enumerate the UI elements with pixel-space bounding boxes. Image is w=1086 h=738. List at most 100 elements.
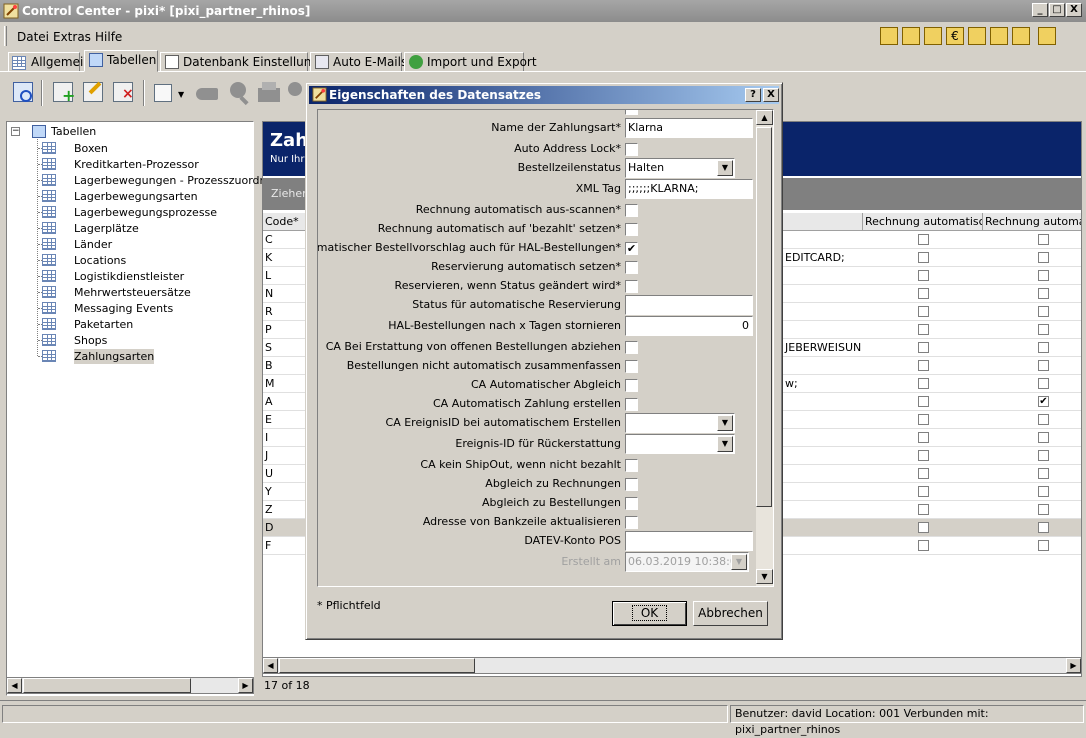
document-icon[interactable] bbox=[924, 27, 942, 45]
row-checkbox[interactable] bbox=[918, 270, 929, 281]
chevron-down-icon[interactable]: ▼ bbox=[717, 415, 733, 431]
row-checkbox[interactable] bbox=[918, 504, 929, 515]
row-checkbox[interactable] bbox=[1038, 342, 1049, 353]
close-button[interactable]: X bbox=[1066, 3, 1082, 17]
row-checkbox[interactable] bbox=[1038, 288, 1049, 299]
checkbox[interactable] bbox=[625, 280, 638, 293]
tree-item[interactable]: Länder bbox=[74, 237, 112, 252]
minimize-button[interactable]: _ bbox=[1032, 3, 1048, 17]
row-checkbox[interactable] bbox=[1038, 306, 1049, 317]
tab-tabellen[interactable]: Tabellen bbox=[84, 50, 158, 72]
scroll-down-button[interactable]: ▼ bbox=[756, 569, 773, 584]
checkbox[interactable] bbox=[625, 379, 638, 392]
tree-item[interactable]: Lagerbewegungsarten bbox=[74, 189, 198, 204]
checkbox[interactable] bbox=[625, 261, 638, 274]
collapse-toggle[interactable]: − bbox=[11, 127, 20, 136]
print-icon[interactable] bbox=[256, 78, 282, 106]
checkbox[interactable] bbox=[625, 497, 638, 510]
help-button[interactable]: ? bbox=[745, 88, 761, 102]
tree-item[interactable]: Lagerbewegungsprozesse bbox=[74, 205, 217, 220]
user-icon[interactable] bbox=[968, 27, 986, 45]
view-dropdown-icon[interactable]: ▼ bbox=[152, 78, 188, 106]
checkbox[interactable] bbox=[625, 143, 638, 156]
checkbox[interactable] bbox=[625, 341, 638, 354]
chevron-down-icon[interactable]: ▼ bbox=[717, 436, 733, 452]
refresh-icon[interactable] bbox=[10, 78, 36, 106]
checkbox[interactable] bbox=[625, 110, 638, 115]
tree-item[interactable]: Kreditkarten-Prozessor bbox=[74, 157, 199, 172]
tab-allgemein[interactable]: Allgemein bbox=[8, 52, 91, 72]
column-header-rechnung-scan[interactable]: Rechnung automatisch a bbox=[863, 213, 983, 231]
cancel-button[interactable]: Abbrechen bbox=[693, 601, 768, 626]
edit-row-icon[interactable] bbox=[80, 78, 106, 106]
tree-root-label[interactable]: Tabellen bbox=[51, 125, 96, 138]
tree-item[interactable]: Lagerbewegungen - Prozesszuordnung bbox=[74, 173, 287, 188]
scroll-thumb[interactable] bbox=[756, 127, 772, 507]
row-checkbox[interactable]: ✔ bbox=[1038, 396, 1049, 407]
row-checkbox[interactable] bbox=[1038, 234, 1049, 245]
chart-icon[interactable] bbox=[902, 27, 920, 45]
text-field[interactable]: ;;;;;;KLARNA; bbox=[625, 179, 753, 199]
checkbox[interactable] bbox=[625, 398, 638, 411]
ok-button[interactable]: OK bbox=[612, 601, 687, 626]
scroll-up-button[interactable]: ▲ bbox=[756, 110, 773, 125]
row-checkbox[interactable] bbox=[1038, 378, 1049, 389]
tree-item[interactable]: Lagerplätze bbox=[74, 221, 139, 236]
text-field[interactable]: Klarna bbox=[625, 118, 753, 138]
dropdown[interactable]: Halten ▼ bbox=[625, 158, 735, 178]
zoom-icon[interactable] bbox=[286, 78, 304, 106]
delete-row-icon[interactable]: × bbox=[110, 78, 136, 106]
tree-item[interactable]: Shops bbox=[74, 333, 107, 348]
row-checkbox[interactable] bbox=[918, 378, 929, 389]
row-checkbox[interactable] bbox=[918, 522, 929, 533]
tree-item[interactable]: Messaging Events bbox=[74, 301, 173, 316]
row-checkbox[interactable] bbox=[1038, 324, 1049, 335]
euro-icon[interactable]: € bbox=[946, 27, 964, 45]
tree-item[interactable]: Logistikdienstleister bbox=[74, 269, 184, 284]
dialog-close-button[interactable]: X bbox=[763, 88, 779, 102]
checkbox[interactable] bbox=[625, 360, 638, 373]
text-field[interactable] bbox=[625, 295, 753, 315]
row-checkbox[interactable] bbox=[1038, 468, 1049, 479]
row-checkbox[interactable] bbox=[918, 342, 929, 353]
maximize-button[interactable]: □ bbox=[1049, 3, 1065, 17]
row-checkbox[interactable] bbox=[1038, 360, 1049, 371]
text-field[interactable] bbox=[625, 531, 753, 551]
row-checkbox[interactable] bbox=[1038, 432, 1049, 443]
checkbox[interactable] bbox=[625, 478, 638, 491]
menu-extras[interactable]: Extras bbox=[53, 30, 91, 44]
scroll-right-button[interactable]: ▶ bbox=[238, 678, 253, 693]
scroll-left-button[interactable]: ◀ bbox=[263, 658, 278, 673]
number-field[interactable]: 0 bbox=[625, 316, 753, 336]
tab-auto-emails[interactable]: Auto E-Mails bbox=[310, 52, 407, 72]
add-row-icon[interactable]: + bbox=[50, 78, 76, 106]
wand-icon[interactable] bbox=[1038, 27, 1056, 45]
tree-item[interactable]: Mehrwertsteuersätze bbox=[74, 285, 191, 300]
tree-item[interactable]: Locations bbox=[74, 253, 126, 268]
scroll-thumb[interactable] bbox=[23, 678, 191, 693]
tag-icon[interactable] bbox=[194, 78, 220, 106]
checkbox[interactable] bbox=[625, 223, 638, 236]
row-checkbox[interactable] bbox=[1038, 414, 1049, 425]
dropdown[interactable]: ▼ bbox=[625, 434, 735, 454]
search-icon[interactable] bbox=[226, 78, 252, 106]
scroll-thumb[interactable] bbox=[279, 658, 475, 673]
tab-datenbank-einstellungen[interactable]: Datenbank Einstellungen bbox=[160, 52, 334, 72]
row-checkbox[interactable] bbox=[918, 252, 929, 263]
row-checkbox[interactable] bbox=[918, 468, 929, 479]
package-icon[interactable] bbox=[1012, 27, 1030, 45]
tree-item[interactable]: Boxen bbox=[74, 141, 108, 156]
checkbox[interactable] bbox=[625, 204, 638, 217]
column-header-code[interactable]: Code* bbox=[263, 213, 307, 231]
scroll-left-button[interactable]: ◀ bbox=[7, 678, 22, 693]
row-checkbox[interactable] bbox=[918, 360, 929, 371]
column-header-rechnung-bezahlt[interactable]: Rechnung automatis bbox=[983, 213, 1081, 231]
row-checkbox[interactable] bbox=[918, 396, 929, 407]
row-checkbox[interactable] bbox=[918, 450, 929, 461]
row-checkbox[interactable] bbox=[1038, 540, 1049, 551]
scroll-right-button[interactable]: ▶ bbox=[1066, 658, 1081, 673]
stats-icon[interactable] bbox=[990, 27, 1008, 45]
tree-item[interactable]: Paketarten bbox=[74, 317, 133, 332]
row-checkbox[interactable] bbox=[918, 306, 929, 317]
row-checkbox[interactable] bbox=[918, 324, 929, 335]
